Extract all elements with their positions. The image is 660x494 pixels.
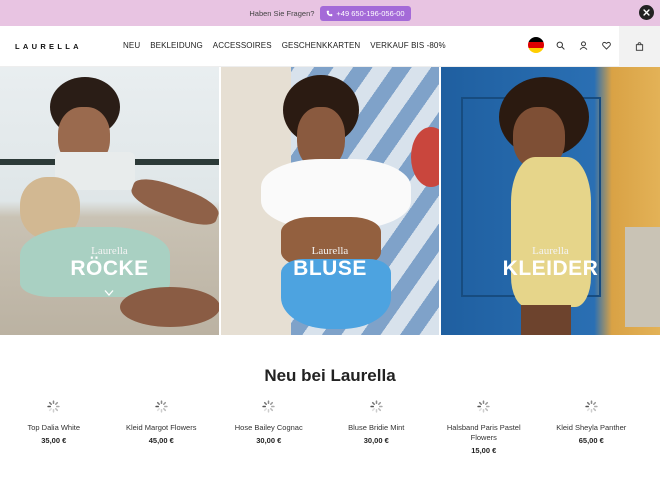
heart-icon (601, 41, 611, 50)
logo[interactable]: LAURELLA (15, 42, 82, 51)
account-button[interactable] (576, 38, 590, 52)
product-name[interactable]: Hose Bailey Cognac (221, 423, 317, 433)
product-card[interactable]: Hose Bailey Cognac 30,00 € (215, 400, 323, 455)
product-card[interactable]: Halsband Paris Pastel Flowers 15,00 € (430, 400, 538, 455)
product-name[interactable]: Top Dalia White (6, 423, 102, 433)
product-price: 45,00 € (148, 436, 174, 445)
product-price: 65,00 € (578, 436, 604, 445)
nav-item-accessoires[interactable]: ACCESSOIRES (213, 41, 272, 50)
category-tile-dresses[interactable]: Laurella KLEIDER (441, 67, 660, 335)
loading-spinner-icon (370, 400, 383, 413)
product-card[interactable]: Kleid Margot Flowers 45,00 € (108, 400, 216, 455)
nav-item-geschenkkarten[interactable]: GESCHENKKARTEN (282, 41, 361, 50)
nav-item-neu[interactable]: NEU (123, 41, 140, 50)
close-promo-button[interactable] (639, 5, 654, 20)
account-icon (579, 40, 587, 50)
tile-brand: Laurella (532, 245, 569, 257)
product-card[interactable]: Kleid Sheyla Panther 65,00 € (538, 400, 646, 455)
main-nav: NEU BEKLEIDUNG ACCESSOIRES GESCHENKKARTE… (123, 41, 446, 50)
loading-spinner-icon (477, 400, 490, 413)
category-tile-skirts[interactable]: Laurella RÖCKE (0, 67, 219, 335)
product-price: 35,00 € (41, 436, 67, 445)
chevron-down-icon[interactable] (104, 289, 114, 297)
promo-bar: Haben Sie Fragen? +49 650-196-056-00 (0, 0, 660, 26)
language-flag-icon[interactable] (528, 37, 544, 53)
nav-item-bekleidung[interactable]: BEKLEIDUNG (150, 41, 203, 50)
tile-title: RÖCKE (70, 257, 149, 280)
category-tile-blouses[interactable]: Laurella BLUSE (221, 67, 439, 335)
search-button[interactable] (553, 38, 567, 52)
cart-button[interactable] (619, 26, 660, 67)
loading-spinner-icon (155, 400, 168, 413)
product-name[interactable]: Halsband Paris Pastel Flowers (436, 423, 532, 443)
product-card[interactable]: Top Dalia White 35,00 € (0, 400, 108, 455)
phone-icon (327, 10, 333, 16)
close-icon (643, 9, 650, 16)
promo-text: Haben Sie Fragen? (249, 8, 315, 18)
tile-title: BLUSE (293, 257, 367, 280)
site-header: LAURELLA NEU BEKLEIDUNG ACCESSOIRES GESC… (0, 26, 660, 67)
tile-brand: Laurella (311, 245, 349, 257)
product-name[interactable]: Bluse Bridie Mint (328, 423, 424, 433)
section-title: Neu bei Laurella (264, 366, 396, 385)
product-name[interactable]: Kleid Sheyla Panther (543, 423, 639, 433)
search-icon (556, 41, 565, 50)
loading-spinner-icon (262, 400, 275, 413)
product-price: 30,00 € (363, 436, 389, 445)
phone-button[interactable]: +49 650-196-056-00 (320, 5, 411, 21)
loading-spinner-icon (585, 400, 598, 413)
bag-icon (635, 42, 644, 51)
header-icons (528, 37, 613, 53)
product-name[interactable]: Kleid Margot Flowers (113, 423, 209, 433)
loading-spinner-icon (47, 400, 60, 413)
product-price: 15,00 € (471, 446, 497, 455)
phone-number: +49 650-196-056-00 (336, 8, 405, 18)
product-list: Top Dalia White 35,00 € Kleid Margot Flo… (0, 400, 660, 455)
tile-brand: Laurella (91, 245, 128, 257)
product-card[interactable]: Bluse Bridie Mint 30,00 € (323, 400, 431, 455)
nav-item-verkauf[interactable]: VERKAUF BIS -80% (370, 41, 445, 50)
wishlist-button[interactable] (599, 38, 613, 52)
product-price: 30,00 € (256, 436, 282, 445)
tile-title: KLEIDER (502, 257, 599, 280)
category-tiles: Laurella RÖCKE Laurella BLUSE Laurella K… (0, 67, 660, 335)
